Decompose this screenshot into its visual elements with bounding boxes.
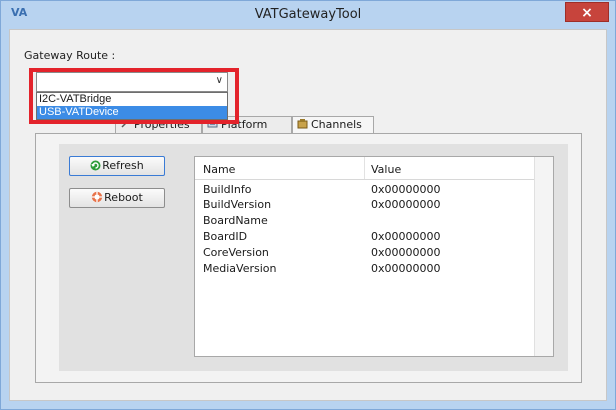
- row-name: BoardName: [203, 214, 268, 227]
- row-name: CoreVersion: [203, 246, 269, 259]
- annotation-highlight-box: [29, 68, 239, 124]
- column-header-value[interactable]: Value: [371, 163, 401, 176]
- table-row[interactable]: BuildVersion 0x00000000: [195, 197, 553, 213]
- row-value: 0x00000000: [371, 198, 441, 211]
- list-header: Name Value: [195, 157, 553, 180]
- title-bar[interactable]: VA VATGatewayTool ×: [1, 1, 615, 29]
- row-name: BuildInfo: [203, 183, 252, 196]
- row-value: 0x00000000: [371, 230, 441, 243]
- tab-channels[interactable]: Channels: [292, 116, 374, 133]
- reboot-icon: [91, 191, 103, 203]
- properties-list[interactable]: Name Value BuildInfo 0x00000000 BuildVer…: [194, 156, 554, 357]
- table-row[interactable]: CoreVersion 0x00000000: [195, 245, 553, 261]
- table-row[interactable]: BoardID 0x00000000: [195, 229, 553, 245]
- table-row[interactable]: BoardName: [195, 213, 553, 229]
- refresh-label: Refresh: [102, 159, 144, 172]
- tab-channels-label: Channels: [311, 118, 362, 131]
- refresh-icon: [90, 160, 101, 171]
- reboot-label: Reboot: [104, 191, 143, 204]
- row-name: BuildVersion: [203, 198, 272, 211]
- row-value: 0x00000000: [371, 246, 441, 259]
- close-button[interactable]: ×: [565, 2, 609, 22]
- table-row[interactable]: MediaVersion 0x00000000: [195, 261, 553, 277]
- row-value: 0x00000000: [371, 183, 441, 196]
- column-divider[interactable]: [364, 157, 365, 179]
- window-title: VATGatewayTool: [254, 7, 362, 22]
- refresh-button[interactable]: Refresh: [69, 156, 165, 176]
- reboot-button[interactable]: Reboot: [69, 188, 165, 208]
- column-header-name[interactable]: Name: [203, 163, 235, 176]
- row-name: MediaVersion: [203, 262, 277, 275]
- row-value: 0x00000000: [371, 262, 441, 275]
- channels-icon: [297, 119, 308, 129]
- row-name: BoardID: [203, 230, 248, 243]
- gateway-route-label: Gateway Route :: [24, 49, 116, 62]
- table-row[interactable]: BuildInfo 0x00000000: [195, 182, 553, 198]
- vertical-scrollbar[interactable]: [534, 157, 553, 356]
